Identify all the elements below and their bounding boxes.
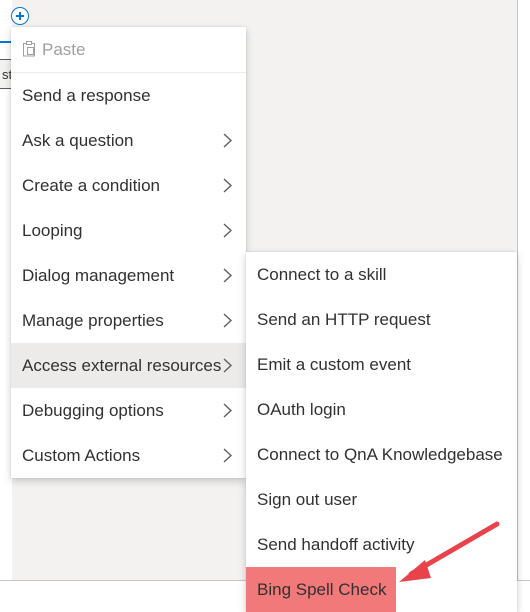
submenu-item-connect-to-qna-knowledgebase[interactable]: Connect to QnA Knowledgebase bbox=[246, 432, 517, 477]
menu-item-label: Dialog management bbox=[22, 266, 175, 285]
menu-item-manage-properties[interactable]: Manage properties bbox=[11, 298, 246, 343]
menu-item-custom-actions[interactable]: Custom Actions bbox=[11, 433, 246, 478]
menu-item-paste[interactable]: Paste bbox=[11, 27, 246, 73]
annotation-arrow-icon bbox=[399, 521, 500, 582]
submenu-item-connect-to-a-skill[interactable]: Connect to a skill bbox=[246, 252, 517, 297]
submenu-item-send-an-http-request[interactable]: Send an HTTP request bbox=[246, 297, 517, 342]
submenu-item-label: Sign out user bbox=[257, 490, 358, 509]
chevron-right-icon bbox=[222, 433, 232, 478]
menu-item-label: Ask a question bbox=[22, 131, 134, 150]
menu-item-label: Access external resources bbox=[22, 356, 222, 375]
menu-item-label: Looping bbox=[22, 221, 83, 240]
menu-item-label: Manage properties bbox=[22, 311, 164, 330]
menu-item-debugging-options[interactable]: Debugging options bbox=[11, 388, 246, 433]
chevron-right-icon bbox=[222, 208, 232, 253]
menu-item-create-a-condition[interactable]: Create a condition bbox=[11, 163, 246, 208]
submenu-item-label: OAuth login bbox=[257, 400, 346, 419]
submenu-item-label: Connect to a skill bbox=[257, 265, 387, 284]
menu-item-label: Debugging options bbox=[22, 401, 164, 420]
submenu-item-label: Bing Spell Check bbox=[246, 567, 396, 612]
chevron-right-icon bbox=[222, 118, 232, 163]
add-action-plus-icon[interactable] bbox=[11, 7, 29, 25]
menu-item-ask-a-question[interactable]: Ask a question bbox=[11, 118, 246, 163]
submenu-item-emit-a-custom-event[interactable]: Emit a custom event bbox=[246, 342, 517, 387]
menu-item-access-external-resources[interactable]: Access external resources bbox=[11, 343, 246, 388]
menu-item-paste-label: Paste bbox=[42, 40, 86, 59]
chevron-right-icon bbox=[222, 253, 232, 298]
properties-panel-edge bbox=[517, 0, 530, 580]
submenu-item-label: Emit a custom event bbox=[257, 355, 412, 374]
menu-item-looping[interactable]: Looping bbox=[11, 208, 246, 253]
chevron-right-icon bbox=[222, 343, 232, 388]
menu-item-label: Custom Actions bbox=[22, 446, 141, 465]
chevron-right-icon bbox=[222, 298, 232, 343]
chevron-right-icon bbox=[222, 163, 232, 208]
add-action-menu: Paste Send a response Ask a question Creat… bbox=[11, 27, 246, 478]
paste-icon bbox=[22, 29, 36, 57]
menu-item-send-a-response[interactable]: Send a response bbox=[11, 73, 246, 118]
menu-item-label: Send a response bbox=[22, 86, 151, 105]
submenu-item-label: Connect to QnA Knowledgebase bbox=[257, 445, 503, 464]
chevron-right-icon bbox=[222, 388, 232, 433]
menu-item-dialog-management[interactable]: Dialog management bbox=[11, 253, 246, 298]
menu-item-label: Create a condition bbox=[22, 176, 160, 195]
submenu-item-label: Send an HTTP request bbox=[257, 310, 431, 329]
submenu-item-oauth-login[interactable]: OAuth login bbox=[246, 387, 517, 432]
